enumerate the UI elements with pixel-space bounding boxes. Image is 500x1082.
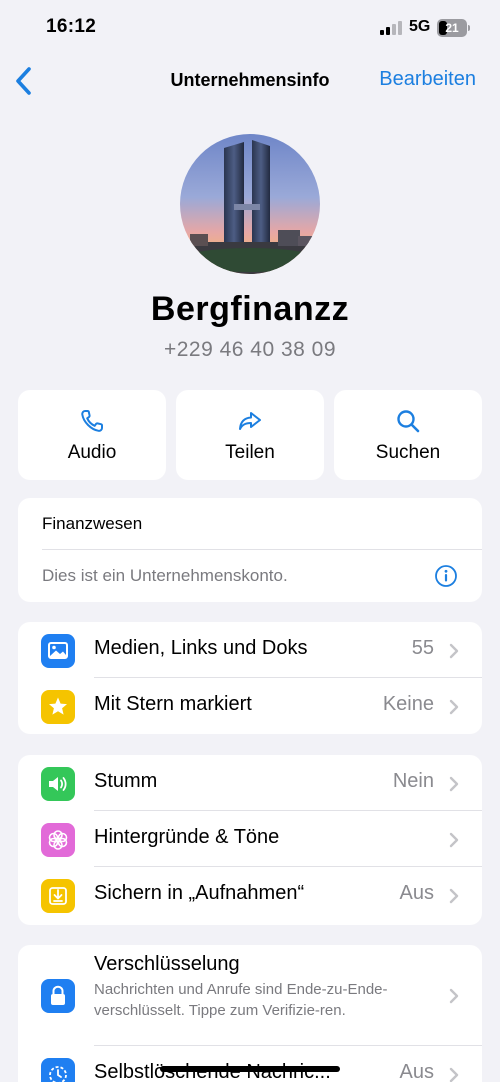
chevron-right-icon	[449, 1067, 459, 1082]
home-indicator[interactable]	[160, 1066, 340, 1072]
row-label: Stumm	[94, 770, 158, 792]
row-value: Keine	[382, 693, 434, 715]
status-bar: 16:12 5G 21	[0, 0, 500, 56]
row-value: 55	[411, 637, 434, 659]
chevron-right-icon	[449, 832, 459, 848]
network-type: 5G	[409, 18, 431, 35]
business-description: Dies ist ein Unternehmenskonto.	[42, 566, 288, 585]
chevron-right-icon	[449, 988, 459, 1004]
security-card: Verschlüsselung Nachrichten und Anrufe s…	[18, 945, 482, 1082]
row-value: Aus	[399, 1061, 434, 1082]
star-icon	[41, 690, 75, 724]
row-save-to-photos[interactable]: Sichern in „Aufnahmen“ Aus	[18, 867, 482, 923]
settings-card: Stumm Nein Hintergründe & Töne Sichern i…	[18, 755, 482, 925]
chevron-right-icon	[449, 643, 459, 659]
share-icon	[239, 412, 261, 430]
row-media-links-docs[interactable]: Medien, Links und Doks 55	[18, 622, 482, 678]
photo-icon	[41, 634, 75, 668]
edit-button[interactable]: Bearbeiten	[379, 68, 476, 91]
profile-name: Bergfinanzz	[150, 290, 350, 328]
row-starred[interactable]: Mit Stern markiert Keine	[18, 678, 482, 734]
profile-photo[interactable]	[180, 134, 320, 274]
share-label: Teilen	[225, 442, 275, 463]
phone-icon	[81, 410, 103, 432]
share-button[interactable]: Teilen	[176, 390, 324, 480]
row-wallpaper-sounds[interactable]: Hintergründe & Töne	[18, 811, 482, 867]
info-icon[interactable]	[434, 564, 458, 588]
battery-icon: 21	[437, 19, 467, 37]
encryption-description: Nachrichten und Anrufe sind Ende-zu-Ende…	[94, 981, 388, 1019]
timer-icon	[41, 1058, 75, 1082]
business-category: Finanzwesen	[42, 514, 143, 533]
audio-call-button[interactable]: Audio	[18, 390, 166, 480]
flower-icon	[41, 823, 75, 857]
search-label: Suchen	[375, 442, 441, 463]
divider	[42, 549, 482, 550]
save-icon	[41, 879, 75, 913]
row-label: Hintergründe & Töne	[94, 826, 280, 848]
chevron-right-icon	[449, 776, 459, 792]
nav-bar: Unternehmensinfo Bearbeiten	[0, 56, 500, 106]
audio-label: Audio	[67, 442, 117, 463]
row-label: Mit Stern markiert	[94, 693, 252, 715]
row-value: Nein	[392, 770, 434, 792]
speaker-icon	[41, 767, 75, 801]
profile-phone: +229 46 40 38 09	[163, 338, 337, 361]
row-value: Aus	[399, 882, 434, 904]
signal-strength-icon	[380, 21, 402, 35]
row-label: Sichern in „Aufnahmen“	[94, 882, 305, 904]
encryption-title: Verschlüsselung	[94, 953, 240, 975]
search-icon	[397, 410, 420, 433]
business-info-card: Finanzwesen Dies ist ein Unternehmenskon…	[18, 498, 482, 602]
lock-icon	[41, 979, 75, 1013]
search-button[interactable]: Suchen	[334, 390, 482, 480]
row-label: Medien, Links und Doks	[94, 637, 308, 659]
chevron-right-icon	[449, 888, 459, 904]
row-mute[interactable]: Stumm Nein	[18, 755, 482, 811]
row-disappearing-messages[interactable]: Selbstlöschende Nachric... Aus	[18, 1046, 482, 1082]
media-card: Medien, Links und Doks 55 Mit Stern mark…	[18, 622, 482, 734]
row-encryption[interactable]: Verschlüsselung Nachrichten und Anrufe s…	[18, 945, 482, 1046]
status-time: 16:12	[46, 16, 97, 37]
battery-level: 21	[445, 21, 459, 35]
chevron-right-icon	[449, 699, 459, 715]
battery-cap	[468, 25, 470, 31]
